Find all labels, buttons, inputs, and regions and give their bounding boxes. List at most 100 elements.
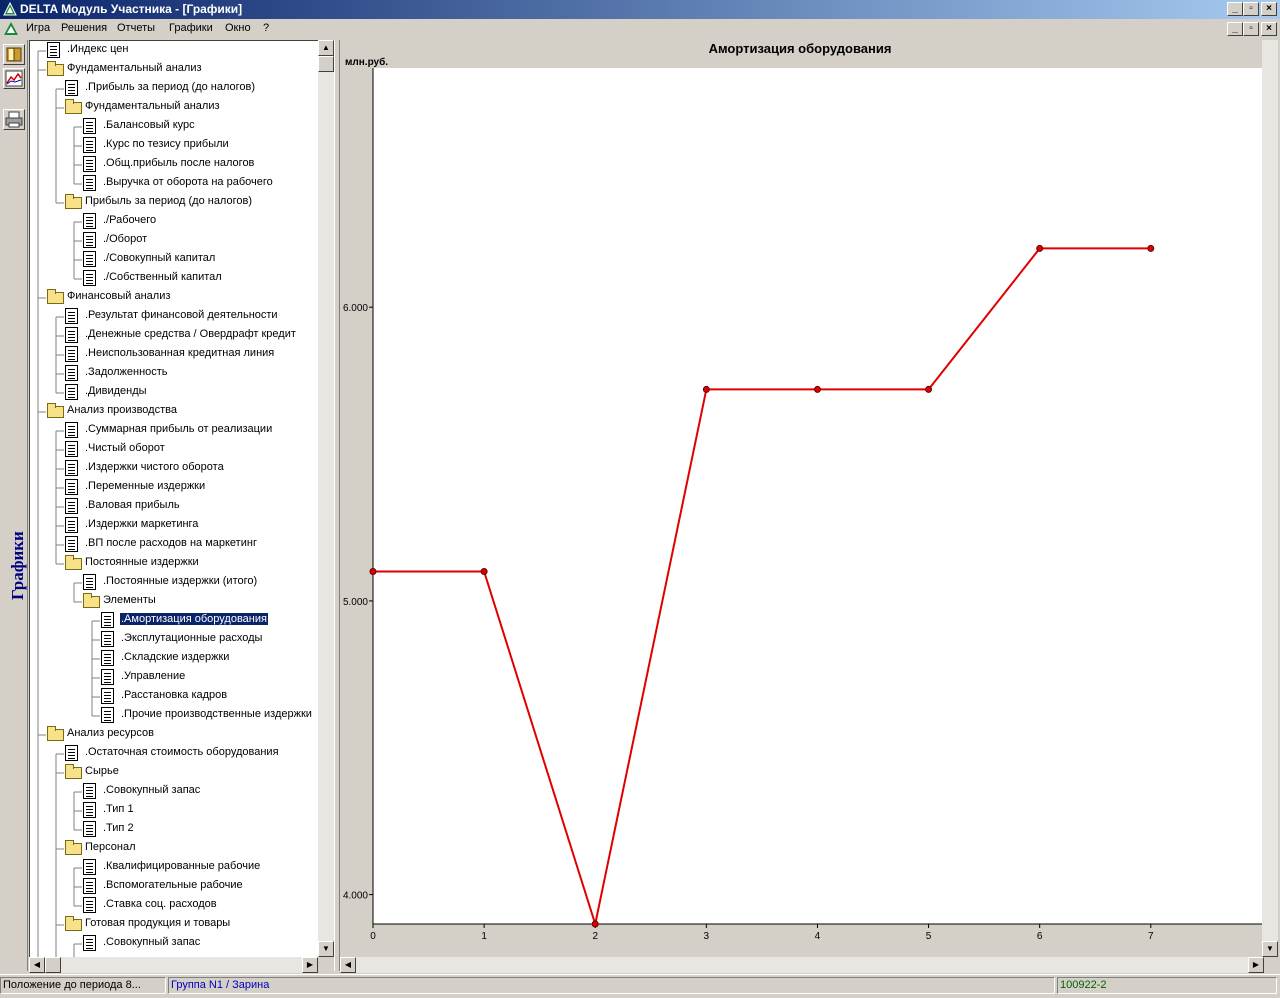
tree-item-label: .Совокупный запас: [103, 784, 201, 796]
restore-button[interactable]: ▫: [1243, 2, 1259, 16]
window-title-bar[interactable]: DELTA Модуль Участника - [Графики] _ ▫ ×: [0, 0, 1280, 19]
document-icon: [65, 346, 78, 362]
chart-tree[interactable]: .Индекс цен Фундаментальный анализ .Прибыл…: [29, 40, 318, 957]
tree-item-label: .Валовая прибыль: [85, 499, 180, 511]
document-icon: [83, 156, 96, 172]
folder-icon: [65, 916, 82, 931]
scroll-thumb[interactable]: [318, 56, 334, 72]
folder-icon: [83, 593, 100, 608]
left-toolbar: Графики: [0, 40, 28, 971]
tree-item-label: Элементы: [103, 594, 156, 606]
chart-scroll-right-button[interactable]: ▶: [1248, 957, 1264, 973]
folder-icon: [47, 403, 64, 418]
tree-item-label: .Суммарная прибыль от реализации: [85, 423, 273, 435]
document-icon: [83, 574, 96, 590]
document-icon: [101, 669, 114, 685]
document-icon: [83, 251, 96, 267]
data-point: [480, 568, 488, 576]
tree-item-label: .Совокупный запас: [103, 936, 201, 948]
folder-icon: [47, 289, 64, 304]
book-button[interactable]: [3, 44, 25, 65]
print-button[interactable]: [3, 109, 25, 130]
delta-logo-icon: [3, 2, 17, 16]
document-icon: [101, 612, 114, 628]
menu-charts[interactable]: Графики: [169, 22, 213, 34]
tree-item-label: .Эксплутационные расходы: [121, 632, 263, 644]
tree-item-label: .Общ.прибыль после налогов: [103, 157, 255, 169]
document-icon: [83, 213, 96, 229]
document-icon: [65, 536, 78, 552]
tree-scroll-left-button[interactable]: ◀: [29, 957, 45, 973]
tree-item-label: Прибыль за период (до налогов): [85, 195, 252, 207]
tree-hscroll-thumb[interactable]: [45, 957, 61, 973]
tree-item-label: .Издержки маркетинга: [85, 518, 199, 530]
tree-item-label: Фундаментальный анализ: [85, 100, 220, 112]
tree-item-label: .Тип 2: [103, 822, 134, 834]
tree-item-label: .Управление: [121, 670, 186, 682]
x-tick-label: 1: [481, 931, 487, 942]
menu-reports[interactable]: Отчеты: [117, 22, 155, 34]
tree-item-label: .Балансовый курс: [103, 119, 195, 131]
tree-horizontal-scrollbar[interactable]: ◀ ▶: [29, 957, 318, 973]
menu-game[interactable]: Игра: [26, 22, 50, 34]
y-tick-label: 6.000: [343, 303, 368, 314]
document-icon: [83, 821, 96, 837]
printer-icon: [5, 111, 23, 128]
tree-item-label: .Амортизация оборудования: [119, 612, 269, 626]
tree-item-label: Сырье: [85, 765, 119, 777]
chart-scroll-down-button[interactable]: ▼: [1262, 941, 1278, 957]
tree-item-label: ./Собственный капитал: [103, 271, 222, 283]
tree-item-label: .Дивиденды: [85, 385, 147, 397]
document-icon: [83, 232, 96, 248]
document-icon: [83, 878, 96, 894]
y-tick-label: 5.000: [343, 597, 368, 608]
document-icon: [65, 498, 78, 514]
tree-item-label: .Постоянные издержки (итого): [103, 575, 258, 587]
minimize-button[interactable]: _: [1227, 2, 1243, 16]
chart-icon: [5, 70, 23, 87]
child-restore-button[interactable]: ▫: [1243, 22, 1259, 36]
scroll-up-button[interactable]: ▲: [318, 40, 334, 56]
data-point: [369, 568, 377, 576]
chart-scroll-left-button[interactable]: ◀: [340, 957, 356, 973]
tree-item-label: ./Совокупный капитал: [103, 252, 216, 264]
x-tick-label: 3: [704, 931, 710, 942]
tree-item-label: Персонал: [85, 841, 136, 853]
scroll-down-button[interactable]: ▼: [318, 941, 334, 957]
tree-item-label: Фундаментальный анализ: [67, 62, 202, 74]
tree-scroll-right-button[interactable]: ▶: [302, 957, 318, 973]
menu-help[interactable]: ?: [263, 22, 269, 34]
folder-icon: [65, 194, 82, 209]
child-close-button[interactable]: ×: [1261, 22, 1277, 36]
status-group: Группа N1 / Зарина: [168, 977, 1055, 994]
menu-decisions[interactable]: Решения: [61, 22, 107, 34]
folder-icon: [65, 99, 82, 114]
document-icon: [83, 137, 96, 153]
close-button[interactable]: ×: [1261, 2, 1277, 16]
data-point: [1036, 244, 1044, 252]
child-minimize-button[interactable]: _: [1227, 22, 1243, 36]
document-icon: [101, 650, 114, 666]
tree-item-label: .Прибыль за период (до налогов): [85, 81, 256, 93]
tree-item-label: Анализ ресурсов: [67, 727, 155, 739]
status-code: 100922-2: [1057, 977, 1277, 994]
document-icon: [83, 118, 96, 134]
document-icon: [47, 42, 60, 58]
document-icon: [65, 745, 78, 761]
chart-horizontal-scrollbar[interactable]: ◀ ▶: [340, 957, 1264, 973]
tree-item-label: .Выручка от оборота на рабочего: [103, 176, 273, 188]
tree-item-label: .Складские издержки: [121, 651, 230, 663]
chart-button[interactable]: [3, 68, 25, 89]
chart-vertical-scrollbar[interactable]: ▼: [1262, 40, 1278, 957]
document-icon: [65, 441, 78, 457]
line-chart: 0 1 2 3 4 5 6 7 4.000 5.000 6.000: [343, 68, 1262, 942]
menu-window[interactable]: Окно: [225, 22, 251, 34]
child-window-icon[interactable]: [3, 21, 19, 36]
tree-vertical-scrollbar[interactable]: ▲ ▼: [318, 40, 334, 957]
vertical-section-label: Графики: [8, 531, 27, 600]
document-icon: [65, 384, 78, 400]
data-point: [1147, 244, 1155, 252]
document-icon: [65, 422, 78, 438]
tree-item-label: .Денежные средства / Овердрафт кредит: [85, 328, 296, 340]
data-point: [702, 385, 710, 393]
